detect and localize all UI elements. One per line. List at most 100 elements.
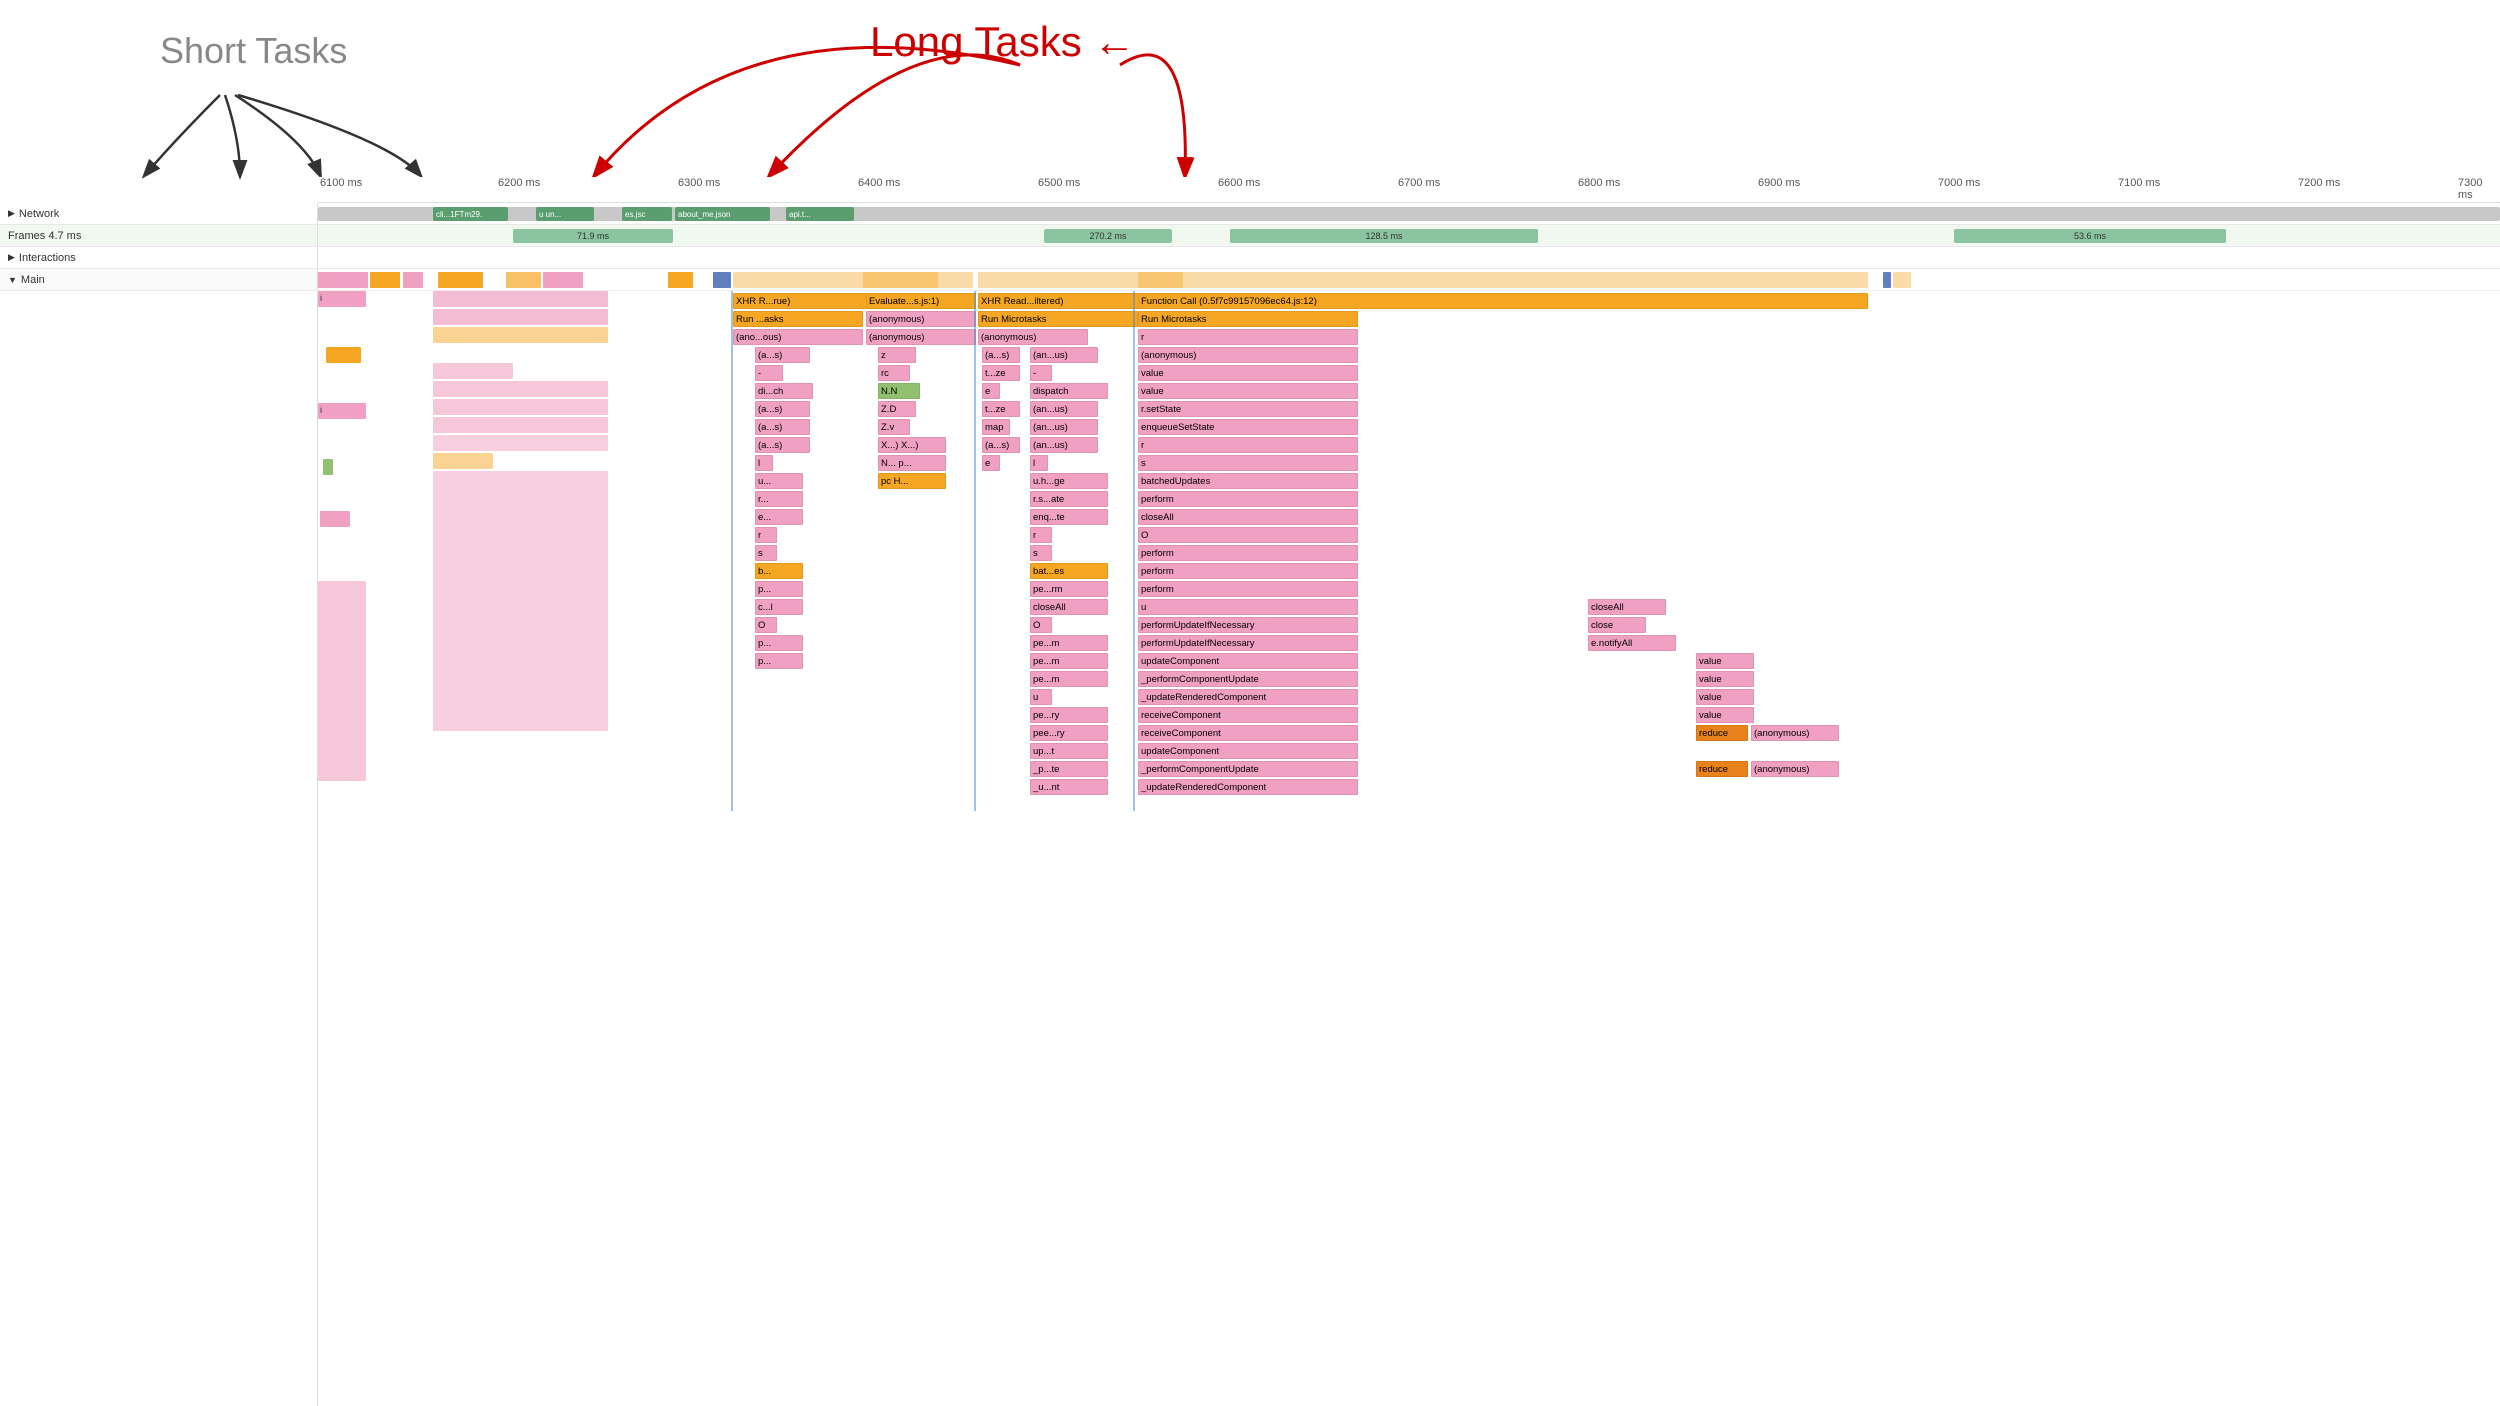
flame-perform-1[interactable]: perform [1138, 491, 1358, 507]
flame-value-6[interactable]: value [1696, 707, 1754, 723]
flame-cl[interactable]: c...l [755, 599, 803, 615]
flame-enqte[interactable]: enq...te [1030, 509, 1108, 525]
flame-pem-2[interactable]: pe...m [1030, 653, 1108, 669]
flame-bates[interactable]: bat...es [1030, 563, 1108, 579]
flame-run-microtasks-1[interactable]: Run Microtasks [978, 311, 1138, 327]
flame-upt[interactable]: up...t [1030, 743, 1108, 759]
flame-s-3[interactable]: s [1030, 545, 1052, 561]
flame-value-4[interactable]: value [1696, 671, 1754, 687]
flame-block-fn[interactable]: Function Call (0.5f7c99157096ec64.js:12) [1138, 293, 1868, 309]
flame-perfupdate-2[interactable]: performUpdateIfNecessary [1138, 635, 1358, 651]
flame-run-microtasks-2[interactable]: Run Microtasks [1138, 311, 1358, 327]
flame-as-2[interactable]: (a...s) [982, 347, 1020, 363]
flame-p-3[interactable]: p... [755, 653, 803, 669]
flame-anon-5[interactable]: (anonymous) [1751, 725, 1839, 741]
flame-peery-2[interactable]: pee...ry [1030, 725, 1108, 741]
flame-dash-2[interactable]: - [1030, 365, 1052, 381]
flame-perform-2[interactable]: perform [1138, 545, 1358, 561]
net-seg-4[interactable]: api.t... [786, 207, 854, 221]
flame-pem-3[interactable]: pe...m [1030, 671, 1108, 687]
flame-closeall-1[interactable]: closeAll [1138, 509, 1358, 525]
flame-o-3[interactable]: O [1030, 617, 1052, 633]
flame-anus-4[interactable]: (an...us) [1030, 437, 1098, 453]
flame-anon-4[interactable]: (anonymous) [1138, 347, 1358, 363]
flame-dispatch[interactable]: dispatch [1030, 383, 1108, 399]
flame-run-tasks[interactable]: Run ...asks [733, 311, 863, 327]
flame-anon-3[interactable]: (anonymous) [978, 329, 1088, 345]
flame-anon-6[interactable]: (anonymous) [1751, 761, 1839, 777]
flame-pem-1[interactable]: pe...m [1030, 635, 1108, 651]
flame-closeall-3[interactable]: closeAll [1588, 599, 1666, 615]
flame-enqueuesetstate[interactable]: enqueueSetState [1138, 419, 1358, 435]
flame-np[interactable]: N... p... [878, 455, 946, 471]
flame-p-2[interactable]: p... [755, 635, 803, 651]
flame-anous-1[interactable]: (ano...ous) [733, 329, 863, 345]
flame-dash[interactable]: - [755, 365, 783, 381]
flame-l-1[interactable]: l [755, 455, 773, 471]
net-seg-3[interactable]: about_me.json [675, 207, 770, 221]
flame-perfcompupdate-1[interactable]: _performComponentUpdate [1138, 671, 1358, 687]
flame-s-1[interactable]: s [1138, 455, 1358, 471]
flame-nn[interactable]: N.N [878, 383, 920, 399]
flame-as-1[interactable]: (a...s) [755, 347, 810, 363]
flame-receivecomp-1[interactable]: receiveComponent [1138, 707, 1358, 723]
flame-as-5[interactable]: (a...s) [755, 437, 810, 453]
flame-perfcompupdate-2[interactable]: _performComponentUpdate [1138, 761, 1358, 777]
flame-e-1[interactable]: e [982, 383, 1000, 399]
net-seg-2[interactable]: es.jsc [622, 207, 672, 221]
flame-dich[interactable]: di...ch [755, 383, 813, 399]
flame-anus-2[interactable]: (an...us) [1030, 401, 1098, 417]
flame-unt[interactable]: _u...nt [1030, 779, 1108, 795]
flame-b[interactable]: b... [755, 563, 803, 579]
flame-xx[interactable]: X...) X...) [878, 437, 946, 453]
flame-rc[interactable]: rc [878, 365, 910, 381]
flame-e-3[interactable]: e... [755, 509, 803, 525]
flame-r-1[interactable]: r [1138, 329, 1358, 345]
flame-closeall-2[interactable]: closeAll [1030, 599, 1108, 615]
flame-updatecomp-1[interactable]: updateComponent [1138, 653, 1358, 669]
flame-r-3[interactable]: r... [755, 491, 803, 507]
flame-batchedupdates[interactable]: batchedUpdates [1138, 473, 1358, 489]
flame-rsetstate[interactable]: r.setState [1138, 401, 1358, 417]
flame-block-eval[interactable]: Evaluate...s.js:1) [866, 293, 976, 309]
flame-r-2[interactable]: r [1138, 437, 1358, 453]
flame-as-3[interactable]: (a...s) [755, 401, 810, 417]
net-seg-1[interactable]: u un... [536, 207, 594, 221]
flame-u-3[interactable]: u [1030, 689, 1052, 705]
flame-pch[interactable]: pc H... [878, 473, 946, 489]
flame-e-2[interactable]: e [982, 455, 1000, 471]
flame-perfupdate-1[interactable]: performUpdateIfNecessary [1138, 617, 1358, 633]
flame-value-1[interactable]: value [1138, 365, 1358, 381]
flame-z[interactable]: z [878, 347, 916, 363]
net-seg-0[interactable]: cli...1FTm29. [433, 207, 508, 221]
flame-enotifyall[interactable]: e.notifyAll [1588, 635, 1676, 651]
flame-s-2[interactable]: s [755, 545, 777, 561]
flame-value-3[interactable]: value [1696, 653, 1754, 669]
flame-o-1[interactable]: O [1138, 527, 1358, 543]
flame-updaterendercomp-1[interactable]: _updateRenderedComponent [1138, 689, 1358, 705]
flame-as-4[interactable]: (a...s) [755, 419, 810, 435]
flame-map[interactable]: map [982, 419, 1010, 435]
flame-r-4[interactable]: r [755, 527, 777, 543]
flame-receivecomp-2[interactable]: receiveComponent [1138, 725, 1358, 741]
flame-reduce-1[interactable]: reduce [1696, 725, 1748, 741]
flame-r-5[interactable]: r [1030, 527, 1052, 543]
flame-l-2[interactable]: l [1030, 455, 1048, 471]
flame-p-1[interactable]: p... [755, 581, 803, 597]
flame-tze-1[interactable]: t...ze [982, 365, 1020, 381]
flame-perform-4[interactable]: perform [1138, 581, 1358, 597]
flame-pery-1[interactable]: pe...ry [1030, 707, 1108, 723]
flame-u[interactable]: u... [755, 473, 803, 489]
flame-as-6[interactable]: (a...s) [982, 437, 1020, 453]
flame-u-2[interactable]: u [1138, 599, 1358, 615]
flame-value-2[interactable]: value [1138, 383, 1358, 399]
flame-zv[interactable]: Z.v [878, 419, 910, 435]
flame-perm-1[interactable]: pe...rm [1030, 581, 1108, 597]
flame-zd[interactable]: Z.D [878, 401, 916, 417]
flame-anus-3[interactable]: (an...us) [1030, 419, 1098, 435]
flame-perform-3[interactable]: perform [1138, 563, 1358, 579]
flame-pte[interactable]: _p...te [1030, 761, 1108, 777]
flame-anon-2[interactable]: (anonymous) [866, 329, 976, 345]
flame-reduce-2[interactable]: reduce [1696, 761, 1748, 777]
flame-close[interactable]: close [1588, 617, 1646, 633]
